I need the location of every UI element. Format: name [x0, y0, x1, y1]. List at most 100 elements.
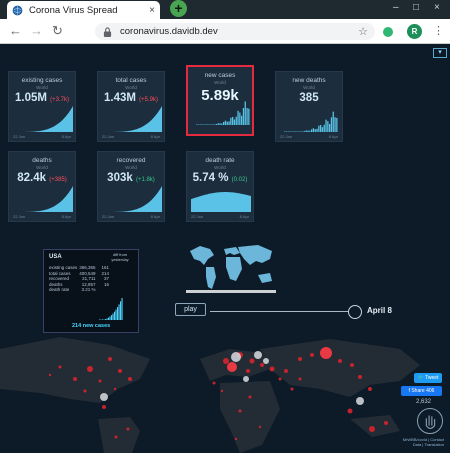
profile-avatar[interactable]: R: [407, 24, 422, 39]
play-button[interactable]: play: [175, 303, 206, 316]
card-sparkline: [191, 192, 251, 212]
tab-title: Corona Virus Spread: [29, 4, 118, 16]
case-dot: [220, 389, 224, 393]
country-stat-row: recovered 21,711 37: [49, 276, 115, 282]
sparkline-bar: [217, 123, 219, 125]
card-axis-start: 22 Jan: [102, 134, 115, 139]
card-scope: World: [214, 80, 226, 85]
country-chart-bar: [121, 298, 123, 320]
minimize-button[interactable]: –: [393, 2, 399, 13]
case-dot: [234, 437, 238, 441]
sparkline-bar: [309, 130, 311, 132]
case-dot: [108, 357, 112, 361]
address-bar[interactable]: coronavirus.davidb.dev ☆: [95, 23, 375, 40]
country-chart-bar: [118, 304, 120, 320]
extension-icon[interactable]: [383, 27, 393, 37]
stat-card-new-cases[interactable]: new cases World 5.89k: [186, 65, 254, 136]
case-dot: [83, 389, 87, 393]
card-sparkline: [102, 106, 162, 132]
card-scope: World: [125, 85, 137, 90]
sparkline-bar: [285, 131, 288, 132]
close-window-button[interactable]: ×: [434, 2, 440, 13]
new-tab-button[interactable]: +: [170, 0, 187, 17]
diff-header: diff from yesterday: [111, 252, 129, 262]
expand-toggle-icon[interactable]: ▾: [433, 48, 447, 58]
bookmark-star-icon[interactable]: ☆: [358, 25, 368, 38]
timeline-track[interactable]: [210, 311, 353, 312]
sparkline-bar: [311, 129, 313, 132]
sparkline-bar: [296, 131, 298, 132]
card-axis-end: 8 Apr: [150, 214, 160, 219]
sparkline-bar: [239, 112, 241, 125]
stat-card-total-cases[interactable]: total cases World 1.43M (+5.9k) 22 Jan 8 Apr: [97, 71, 165, 142]
sparkline-bar: [314, 129, 316, 132]
card-scope: World: [36, 165, 48, 170]
sparkline-bar: [223, 121, 225, 125]
sparkline-bar: [241, 115, 243, 125]
world-map-thumbnail[interactable]: [186, 241, 276, 293]
card-value-number: 82.4k: [17, 172, 47, 184]
case-dot: [73, 377, 77, 381]
tweet-button[interactable]: 🐦 Tweet: [414, 373, 442, 383]
browser-menu-icon[interactable]: ⋮: [433, 24, 444, 37]
case-dot: [368, 387, 372, 391]
stat-card-new-deaths[interactable]: new deaths World 385 22 Jan 8 Apr: [275, 71, 343, 142]
browser-window: Corona Virus Spread × + – □ × ← → ↻ coro…: [0, 0, 450, 453]
sparkline-bar: [203, 124, 205, 125]
card-label: recovered: [116, 157, 146, 164]
footer-line-2[interactable]: Data | Translation: [392, 442, 444, 447]
sparkline-bar: [224, 120, 227, 125]
case-dot: [278, 377, 282, 381]
sparkline-bar: [284, 131, 286, 132]
reload-button[interactable]: ↻: [52, 24, 63, 38]
stat-card-death-rate[interactable]: death rate World 5.74 % (0.02) 22 Jan 8 Apr: [186, 151, 254, 222]
card-scope: World: [125, 165, 137, 170]
sparkline-bar: [244, 101, 246, 125]
case-dot: [48, 373, 52, 377]
tab-corona-virus-spread[interactable]: Corona Virus Spread ×: [7, 1, 160, 19]
card-delta: (0.02): [231, 177, 248, 183]
country-name: USA: [49, 254, 62, 260]
card-label: total cases: [115, 77, 147, 84]
card-axis-end: 8 Apr: [239, 214, 249, 219]
card-axis-end: 8 Apr: [150, 134, 160, 139]
case-dot: [102, 405, 106, 409]
forward-button[interactable]: →: [30, 24, 43, 38]
row-label: existing cases: [49, 265, 78, 270]
case-dot: [369, 426, 375, 432]
sparkline-bar: [237, 110, 239, 125]
sparkline-area: [191, 192, 251, 212]
back-button[interactable]: ←: [9, 24, 22, 38]
sparkline-bar: [242, 107, 245, 125]
sparkline-bar: [305, 130, 307, 132]
world-map[interactable]: [0, 319, 450, 453]
tab-close-icon[interactable]: ×: [149, 5, 155, 16]
tab-strip: Corona Virus Spread × + – □ ×: [0, 0, 450, 19]
hand-wave-icon[interactable]: [417, 408, 443, 434]
sparkline-bar: [307, 130, 309, 132]
case-dot: [98, 379, 102, 383]
case-dot: [248, 395, 252, 399]
stat-card-existing-cases[interactable]: existing cases World 1.05M (+3.7k) 22 Jan 8 …: [8, 71, 76, 142]
sparkline-bar: [208, 124, 210, 125]
card-delta: (+385): [49, 177, 67, 183]
globe-icon: [12, 5, 23, 15]
case-dot: [58, 365, 62, 369]
sparkline-bar: [228, 121, 230, 125]
row-value: 3.21 %: [81, 287, 96, 292]
card-delta: (+3.7k): [50, 97, 69, 103]
stat-card-recovered[interactable]: recovered World 303k (+1.8k) 22 Jan 8 Apr: [97, 151, 165, 222]
card-value-number: 385: [299, 92, 319, 104]
facebook-share-button[interactable]: f Share 406: [401, 386, 442, 396]
sparkline-bar: [332, 111, 334, 132]
case-dot: [290, 387, 294, 391]
card-sparkline: [284, 111, 338, 132]
sparkline-bar: [206, 124, 209, 125]
timeline-slider-handle[interactable]: [348, 305, 362, 319]
card-sparkline: [13, 106, 73, 132]
case-dot: [284, 369, 288, 373]
maximize-button[interactable]: □: [413, 2, 419, 13]
stat-card-deaths[interactable]: deaths World 82.4k (+385) 22 Jan 8 Apr: [8, 151, 76, 222]
sparkline-bar: [298, 131, 300, 132]
card-label: new deaths: [292, 77, 326, 84]
